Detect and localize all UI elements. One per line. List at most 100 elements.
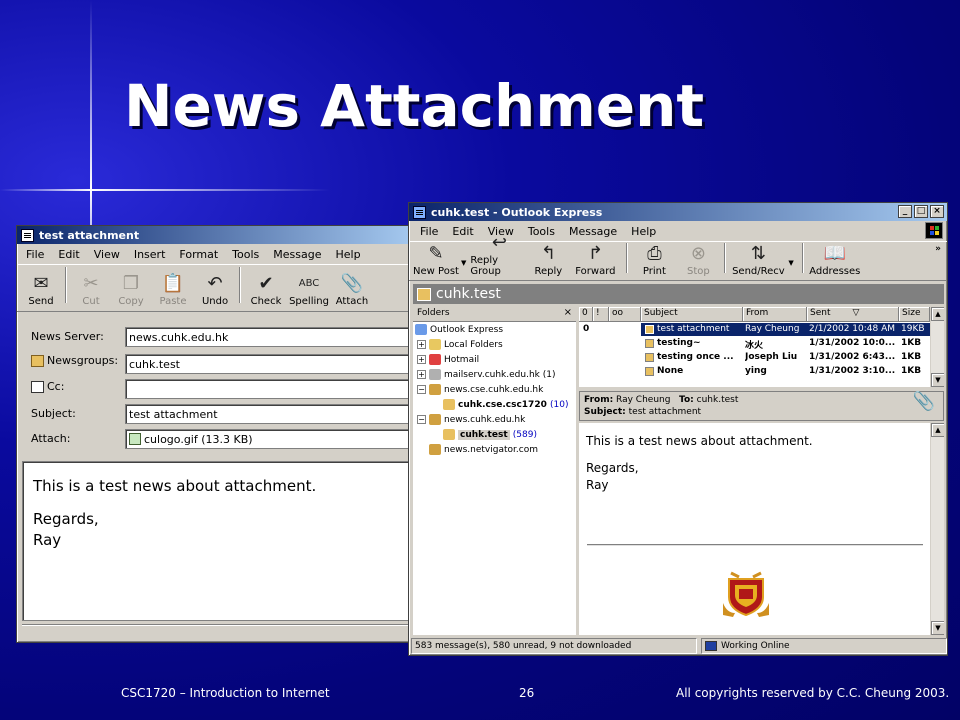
footer-page-number: 26 [519, 686, 535, 700]
message-row[interactable]: testing once ... Joseph Liu 1/31/2002 6:… [579, 351, 930, 365]
reply-button[interactable]: ↰ Reply [528, 244, 568, 278]
window-controls: _ □ × [896, 205, 944, 218]
compose-menu-help[interactable]: Help [329, 248, 368, 261]
newsgroups-field[interactable]: cuhk.test [125, 354, 415, 374]
scroll-up-button[interactable]: ▲ [931, 307, 944, 321]
message-unread-icon [645, 339, 654, 348]
newsgroup-icon [443, 399, 455, 410]
compose-body-line: This is a test news about attachment. [33, 477, 317, 495]
compose-menu-insert[interactable]: Insert [127, 248, 173, 261]
expand-icon[interactable]: + [417, 370, 426, 379]
footer-course: CSC1720 – Introduction to Internet [121, 686, 330, 700]
cc-label[interactable]: Cc: [31, 380, 64, 393]
message-from: Ray Cheung [745, 324, 800, 334]
message-row[interactable]: testing~ 冰火 1/31/2002 10:0... 1KB [579, 337, 930, 351]
toolbar-overflow-icon[interactable]: » [935, 244, 941, 254]
compose-menu-view[interactable]: View [87, 248, 127, 261]
folder-cuhk-cse-csc1720[interactable]: cuhk.cse.csc1720 (10) [443, 399, 568, 410]
newsgroups-label[interactable]: Newsgroups: [31, 354, 118, 367]
reply-group-button[interactable]: ↩ Reply Group [470, 232, 528, 278]
col-attachment-header[interactable]: 0 [579, 307, 593, 322]
col-from-header[interactable]: From [743, 307, 807, 322]
subject-field[interactable]: test attachment [125, 404, 415, 424]
spelling-button[interactable]: ABC Spelling [287, 274, 331, 307]
scroll-down-button[interactable]: ▼ [931, 373, 944, 387]
copy-button[interactable]: ❐ Copy [111, 274, 151, 308]
maximize-button[interactable]: □ [914, 205, 928, 218]
close-button[interactable]: × [930, 205, 944, 218]
compose-menu-tools[interactable]: Tools [225, 248, 266, 261]
newsgroup-icon [417, 287, 431, 301]
folder-mailserv[interactable]: + mailserv.cuhk.edu.hk (1) [417, 369, 555, 380]
compose-menu-edit[interactable]: Edit [51, 248, 86, 261]
new-post-dropdown-icon[interactable]: ▼ [461, 259, 466, 267]
folder-news-cuhk[interactable]: − news.cuhk.edu.hk [417, 414, 525, 425]
attach-button[interactable]: 📎 Attach [331, 274, 373, 308]
collapse-icon[interactable]: − [417, 385, 426, 394]
message-size: 1KB [901, 352, 922, 362]
compose-window: test attachment File Edit View Insert Fo… [16, 225, 416, 643]
footer-copyright: All copyrights reserved by C.C. Cheung 2… [676, 686, 950, 700]
folder-outlook-express[interactable]: Outlook Express [415, 324, 503, 335]
compose-menu-format[interactable]: Format [172, 248, 225, 261]
new-post-button[interactable]: ✎ New Post [413, 244, 459, 278]
message-unread-icon [645, 367, 654, 376]
news-server-field[interactable]: news.cuhk.edu.hk [125, 327, 415, 347]
compose-menu-file[interactable]: File [19, 248, 51, 261]
check-names-icon: ✔ [258, 273, 274, 294]
send-button[interactable]: ✉ Send [21, 274, 61, 308]
preview-scrollbar[interactable]: ▲ ▼ [930, 423, 944, 635]
undo-button[interactable]: ↶ Undo [195, 274, 235, 308]
compose-menu-message[interactable]: Message [266, 248, 328, 261]
message-row[interactable]: None ying 1/31/2002 3:10... 1KB [579, 365, 930, 379]
message-size: 19KB [901, 324, 925, 334]
scroll-down-button[interactable]: ▼ [931, 621, 944, 635]
forward-button[interactable]: ↱ Forward [568, 244, 622, 278]
folder-hotmail[interactable]: + Hotmail [417, 354, 479, 365]
col-size-header[interactable]: Size [899, 307, 930, 322]
message-list-scrollbar[interactable]: ▲ ▼ [930, 307, 944, 387]
scissors-icon: ✂ [83, 273, 99, 294]
expand-icon[interactable]: + [417, 340, 426, 349]
addresses-button[interactable]: 📖 Addresses [808, 244, 862, 278]
paperclip-icon[interactable]: 📎 [913, 393, 935, 411]
cc-field[interactable] [125, 379, 415, 399]
folder-news-cse[interactable]: − news.cse.cuhk.edu.hk [417, 384, 543, 395]
close-pane-icon[interactable]: × [564, 307, 572, 318]
outlook-menu-file[interactable]: File [413, 225, 445, 238]
message-row-selected[interactable]: 0 test attachment Ray Cheung 2/1/2002 10… [579, 323, 930, 337]
outlook-titlebar[interactable]: cuhk.test - Outlook Express _ □ × [409, 203, 947, 221]
outlook-menu-help[interactable]: Help [624, 225, 663, 238]
print-button[interactable]: ⎙ Print [632, 244, 676, 278]
collapse-icon[interactable]: − [417, 415, 426, 424]
folder-cuhk-test[interactable]: cuhk.test (589) [443, 429, 537, 440]
col-watch-header[interactable]: oo [609, 307, 641, 322]
send-receive-dropdown-icon[interactable]: ▼ [788, 259, 793, 267]
check-names-button[interactable]: ✔ Check [245, 273, 287, 308]
status-message-count: 583 message(s), 580 unread, 9 not downlo… [411, 638, 697, 654]
attachment-filename[interactable]: culogo.gif (13.3 KB) [144, 433, 253, 446]
folder-news-netvigator[interactable]: news.netvigator.com [429, 444, 538, 455]
paste-button[interactable]: 📋 Paste [151, 274, 195, 308]
scroll-up-button[interactable]: ▲ [931, 423, 944, 437]
message-from: ying [745, 366, 767, 376]
col-subject-header[interactable]: Subject [641, 307, 743, 322]
cut-button[interactable]: ✂ Cut [71, 273, 111, 308]
attach-field[interactable]: culogo.gif (13.3 KB) [125, 429, 415, 449]
reply-group-icon: ↩ [491, 232, 507, 253]
col-sent-header[interactable]: Sent ▽ [807, 307, 899, 322]
preview-subject: test attachment [628, 407, 702, 417]
cuhk-logo-image[interactable] [721, 571, 771, 619]
folder-local-folders[interactable]: + Local Folders [417, 339, 503, 350]
compose-titlebar[interactable]: test attachment [17, 226, 415, 244]
stop-button[interactable]: ⊗ Stop [676, 244, 720, 278]
news-server-icon [429, 444, 441, 455]
send-receive-button[interactable]: ⇅ Send/Recv [730, 244, 786, 278]
outlook-menu-message[interactable]: Message [562, 225, 624, 238]
compose-body-line: Ray [33, 531, 62, 549]
minimize-button[interactable]: _ [898, 205, 912, 218]
expand-icon[interactable]: + [417, 355, 426, 364]
compose-body[interactable]: This is a test news about attachment. Re… [22, 461, 415, 621]
preview-pane: This is a test news about attachment. Re… [579, 423, 944, 635]
col-priority-header[interactable]: ! [593, 307, 609, 322]
